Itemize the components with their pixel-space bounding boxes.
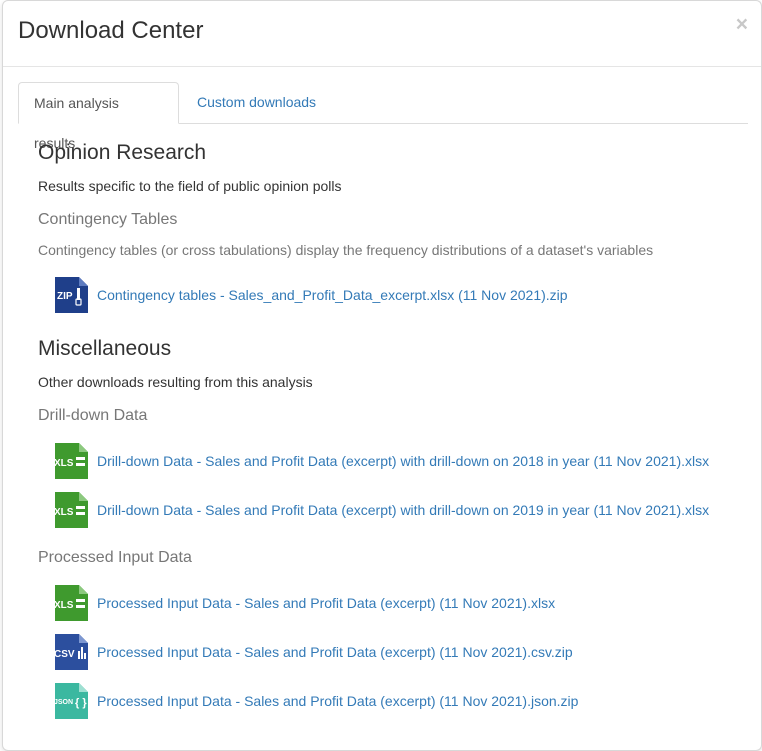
xls-file-icon: XLS [52, 584, 89, 622]
modal-title: Download Center [18, 17, 204, 44]
svg-text:JSON: JSON [54, 699, 73, 706]
download-link[interactable]: Processed Input Data - Sales and Profit … [97, 595, 555, 611]
svg-text:{ }: { } [75, 697, 87, 709]
section-description: Results specific to the field of public … [38, 178, 342, 194]
group-title-drill-down-data: Drill-down Data [38, 407, 148, 424]
group-description: Contingency tables (or cross tabulations… [38, 242, 654, 258]
svg-text:XLS: XLS [54, 600, 74, 611]
tab-main-analysis-results[interactable]: Main analysis results [18, 82, 179, 151]
download-link[interactable]: Contingency tables - Sales_and_Profit_Da… [97, 287, 568, 303]
download-item[interactable]: XLS Drill-down Data - Sales and Profit D… [52, 442, 709, 480]
download-item[interactable]: ZIP Contingency tables - Sales_and_Profi… [52, 276, 568, 314]
download-link[interactable]: Drill-down Data - Sales and Profit Data … [97, 502, 709, 518]
svg-text:XLS: XLS [54, 458, 74, 469]
download-item[interactable]: XLS Drill-down Data - Sales and Profit D… [52, 491, 709, 529]
tab-custom-downloads[interactable]: Custom downloads [182, 82, 331, 123]
svg-text:ZIP: ZIP [57, 291, 73, 302]
download-link[interactable]: Processed Input Data - Sales and Profit … [97, 644, 573, 660]
xls-file-icon: XLS [52, 442, 89, 480]
zip-file-icon: ZIP [52, 276, 89, 314]
close-button[interactable]: × [736, 14, 748, 35]
download-item[interactable]: XLS Processed Input Data - Sales and Pro… [52, 584, 555, 622]
section-title-miscellaneous: Miscellaneous [38, 337, 172, 360]
download-item[interactable]: JSON { } Processed Input Data - Sales an… [52, 682, 578, 720]
download-link[interactable]: Processed Input Data - Sales and Profit … [97, 693, 578, 709]
svg-text:XLS: XLS [54, 507, 74, 518]
section-description: Other downloads resulting from this anal… [38, 374, 313, 390]
tab-bar: Main analysis results Custom downloads [18, 82, 748, 151]
download-link[interactable]: Drill-down Data - Sales and Profit Data … [97, 453, 709, 469]
svg-text:CSV: CSV [54, 649, 75, 660]
section-title-opinion-research: Opinion Research [38, 141, 207, 164]
download-center-modal: Download Center × Main analysis results … [2, 0, 762, 751]
modal-header: Download Center × [3, 1, 761, 67]
group-title-processed-input-data: Processed Input Data [38, 549, 192, 566]
csv-file-icon: CSV [52, 633, 89, 671]
xls-file-icon: XLS [52, 491, 89, 529]
json-file-icon: JSON { } [52, 682, 89, 720]
group-title-contingency-tables: Contingency Tables [38, 211, 178, 228]
download-item[interactable]: CSV Processed Input Data - Sales and Pro… [52, 633, 573, 671]
